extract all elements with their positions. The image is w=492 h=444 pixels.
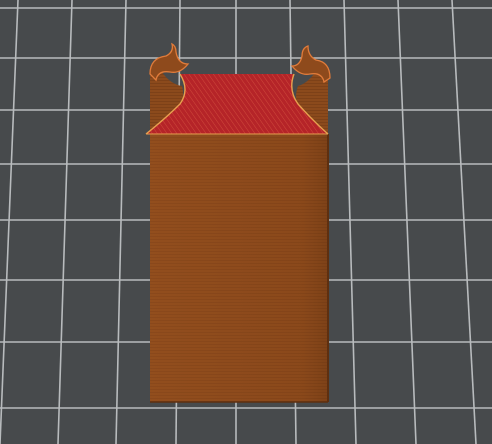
printed-model — [145, 42, 331, 403]
model-right-lip — [290, 45, 331, 84]
3d-viewport[interactable] — [0, 0, 492, 444]
